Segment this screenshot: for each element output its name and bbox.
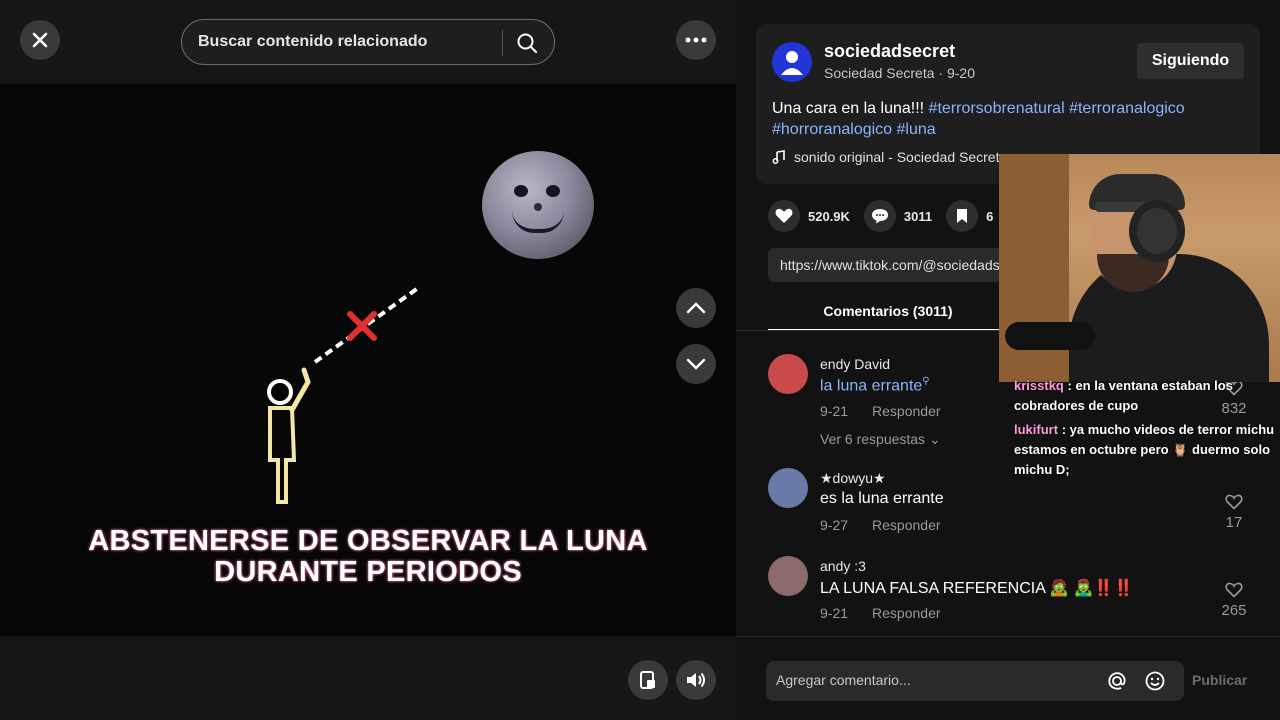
viewer-topbar: Buscar contenido relacionado [0,0,736,84]
comment-composer: Agregar comentario... Publicar [736,636,1280,720]
video-caption-line2: DURANTE PERIODOS [214,556,522,588]
comment-count: 3011 [903,208,933,224]
like-count: 520.9K [808,208,850,224]
emoji-icon [1145,671,1165,691]
save-count: 6 [986,208,994,224]
save-stat[interactable]: 6 [946,198,993,234]
more-icon [685,37,707,43]
next-video-button[interactable] [676,344,716,384]
volume-button[interactable] [676,660,716,700]
comment-like-button[interactable]: 17 [1214,494,1254,531]
reply-button[interactable]: Responder [872,403,941,419]
comment-date: 9-27 [820,517,849,533]
comment-like-count: 265 [1221,602,1247,619]
search-icon[interactable]: ⚲ [922,376,929,387]
heart-icon [775,208,793,223]
like-stat[interactable]: 520.9K [768,198,850,234]
close-button[interactable] [20,20,60,60]
reply-button[interactable]: Responder [872,605,941,621]
post-date: 9-20 [946,65,976,81]
reply-button[interactable]: Responder [872,517,941,533]
music-note-icon [772,150,785,164]
music-link[interactable]: sonido original - Sociedad Secreta [772,149,1016,165]
more-options-button[interactable] [676,20,716,60]
previous-video-button[interactable] [676,288,716,328]
floating-player-button[interactable] [628,660,668,700]
chat-message: lukifurt : ya mucho videos de terror mic… [1010,420,1276,480]
stream-chat-overlay: krisstkq : en la ventana estaban los cob… [1010,376,1276,484]
video-viewer: Buscar contenido relacionado ABSTENERSE … [0,0,736,720]
commenter-name[interactable]: ★dowyu★ [820,470,886,487]
close-icon [32,32,48,48]
comment-text: es la luna errante [820,490,944,507]
author-avatar[interactable] [772,42,812,82]
comment-meta: 9-21 Responder [820,605,941,621]
floating-player-icon [640,671,655,689]
post-description: Una cara en la luna!!! #terrorsobrenatur… [772,98,1232,140]
comment-like-count: 17 [1225,514,1243,531]
chevron-down-icon: ⌄ [928,431,941,447]
search-button[interactable] [512,29,542,57]
video-player[interactable]: ABSTENERSE DE OBSERVAR LA LUNA DURANTE P… [0,84,736,636]
tab-comments[interactable]: Comentarios (3011) [768,294,1008,331]
bookmark-icon [957,209,968,223]
video-caption-line1: ABSTENERSE DE OBSERVAR LA LUNA [88,525,648,557]
search-divider [502,30,503,56]
video-caption: ABSTENERSE DE OBSERVAR LA LUNA DURANTE P… [0,526,736,588]
hashtag[interactable]: #terroranalogico [1069,100,1185,117]
chat-message: krisstkq : en la ventana estaban los cob… [1010,376,1276,416]
user-icon [781,51,803,75]
author-display-name: Sociedad Secreta [824,65,935,81]
comment-meta: 9-27 Responder [820,517,941,533]
chat-username: krisstkq [1014,378,1064,393]
comment-like-button[interactable]: 265 [1214,582,1254,619]
moon-face-image [482,151,594,259]
comment-text: la luna errante⚲ [820,376,930,395]
comment-date: 9-21 [820,605,849,621]
commenter-avatar[interactable] [768,354,808,394]
pointing-figure-illustration [267,286,420,504]
publish-button[interactable]: Publicar [1192,672,1247,688]
commenter-avatar[interactable] [768,556,808,596]
hashtag[interactable]: #terrorsobrenatural [929,100,1065,117]
commenter-avatar[interactable] [768,468,808,508]
music-title: sonido original - Sociedad Secreta [794,149,1008,165]
comment-stat[interactable]: 3011 [863,198,933,234]
comment-date: 9-21 [820,403,849,419]
comment-meta: 9-21 Responder [820,403,941,419]
author-subline: Sociedad Secreta · 9-20 [824,65,976,81]
app-root: Buscar contenido relacionado ABSTENERSE … [0,0,1280,720]
post-description-text: Una cara en la luna!!! [772,100,929,117]
view-replies-button[interactable]: Ver 6 respuestas ⌄ [820,431,941,448]
chevron-down-icon [686,358,706,370]
heart-outline-icon [1225,494,1243,510]
author-username[interactable]: sociedadsecret [824,41,955,62]
mention-button[interactable] [1106,670,1128,692]
comment-input-placeholder: Agregar comentario... [776,672,911,688]
comment-text: LA LUNA FALSA REFERENCIA 🧟 🧟‍♂️‼️‼️ [820,580,1134,597]
commenter-name[interactable]: andy :3 [820,558,866,574]
search-icon [517,33,538,54]
chat-username: lukifurt [1014,422,1059,437]
comment-input[interactable]: Agregar comentario... [766,661,1184,701]
heart-outline-icon [1225,582,1243,598]
hashtag[interactable]: #luna [897,121,936,138]
comment-icon [871,209,888,224]
search-bar[interactable]: Buscar contenido relacionado [181,19,555,65]
search-input[interactable]: Buscar contenido relacionado [198,33,427,51]
webcam-overlay [999,154,1280,382]
hashtag[interactable]: #horroranalogico [772,121,892,138]
engagement-stats: 520.9K 3011 6 [768,198,993,234]
video-controls-bar [0,636,736,720]
chevron-up-icon [686,302,706,314]
volume-icon [687,672,705,688]
at-sign-icon [1108,672,1126,690]
following-button[interactable]: Siguiendo [1137,43,1244,79]
emoji-button[interactable] [1144,670,1166,692]
commenter-name[interactable]: endy David [820,356,890,372]
